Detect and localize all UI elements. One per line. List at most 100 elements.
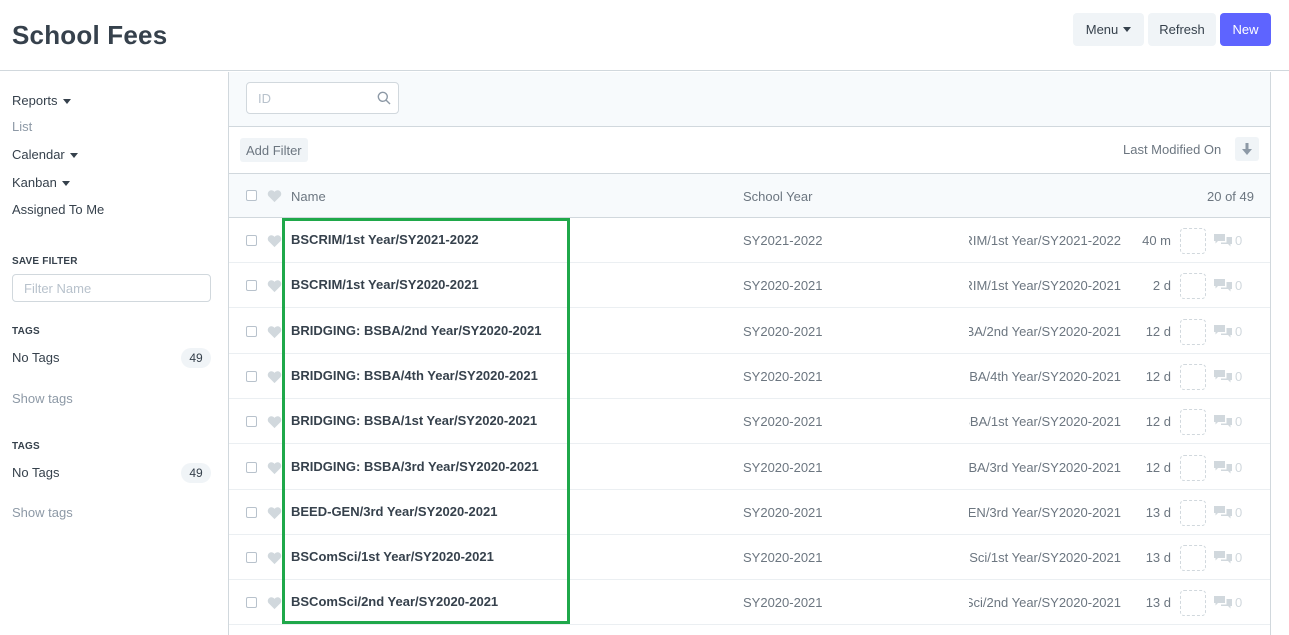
tag-count-badge: 49 — [181, 463, 211, 483]
heart-icon[interactable] — [267, 596, 282, 610]
list-header: Name School Year 20 of 49 — [229, 174, 1270, 218]
heart-icon[interactable] — [267, 234, 282, 248]
table-row[interactable]: BRIDGING: BSBA/1st Year/SY2020-2021 SY202… — [229, 399, 1270, 445]
row-name-link[interactable]: BRIDGING: BSBA/1st Year/SY2020-2021 — [291, 413, 537, 428]
table-row[interactable]: BRIDGING: BSBA/4th Year/SY2020-2021 SY202… — [229, 353, 1270, 399]
row-school-year: SY2020-2021 — [743, 368, 823, 384]
row-checkbox[interactable] — [246, 597, 257, 609]
select-all-checkbox[interactable] — [246, 190, 257, 201]
menu-button-label: Menu — [1085, 22, 1119, 37]
row-checkbox[interactable] — [246, 461, 257, 473]
comment-icon — [1214, 596, 1232, 609]
comment-icon — [1214, 279, 1232, 292]
sort-by-selector[interactable]: Last Modified On — [1123, 142, 1221, 157]
table-row[interactable]: BSCRIM/1st Year/SY2020-2021 SY2020-2021 BS… — [229, 263, 1270, 309]
row-title-text: BRIDGING: BSBA/4th Year/SY2020-2021 — [969, 368, 1121, 384]
sidebar-item-list[interactable]: List — [12, 119, 32, 134]
row-title-text: BEED-GEN/3rd Year/SY2020-2021 — [969, 504, 1121, 520]
heart-icon[interactable] — [267, 551, 282, 565]
row-name-link[interactable]: BRIDGING: BSBA/2nd Year/SY2020-2021 — [291, 323, 541, 338]
row-title-text: BRIDGING: BSBA/3rd Year/SY2020-2021 — [969, 459, 1121, 475]
page-title: School Fees — [12, 20, 168, 50]
show-tags-link[interactable]: Show tags — [12, 391, 73, 406]
row-name-link[interactable]: BSComSci/1st Year/SY2020-2021 — [291, 549, 494, 564]
row-school-year: SY2020-2021 — [743, 459, 823, 475]
row-modified: 12 d — [1145, 414, 1171, 430]
table-row[interactable]: BRIDGING: BSBA/3rd Year/SY2020-2021 SY202… — [229, 444, 1270, 490]
sidebar: Reports List Calendar Kanban Assigned To… — [0, 72, 228, 635]
sidebar-item-reports[interactable]: Reports — [12, 93, 71, 108]
row-school-year: SY2020-2021 — [743, 550, 823, 566]
no-tags-item[interactable]: No Tags — [12, 465, 59, 480]
row-name-link[interactable]: BSComSci/2nd Year/SY2020-2021 — [291, 594, 498, 609]
caret-down-icon — [61, 181, 70, 187]
row-name-link[interactable]: BSCRIM/1st Year/SY2021-2022 — [291, 232, 479, 247]
row-comment-count: 0 — [1235, 368, 1243, 384]
new-button[interactable]: New — [1220, 13, 1271, 46]
heart-icon[interactable] — [267, 506, 282, 520]
tags-label: TAGS — [12, 326, 40, 337]
heart-icon[interactable] — [267, 415, 282, 429]
row-checkbox[interactable] — [246, 235, 257, 246]
avatar — [1180, 318, 1206, 345]
filter-name-input[interactable] — [12, 274, 211, 302]
row-name-link[interactable]: BEED-GEN/3rd Year/SY2020-2021 — [291, 504, 497, 519]
row-title: BRIDGING: BSBA/3rd Year/SY2020-2021 — [969, 460, 1121, 475]
heart-icon[interactable] — [267, 325, 282, 339]
row-modified: 13 d — [1145, 504, 1171, 520]
no-tags-item[interactable]: No Tags — [12, 350, 59, 365]
row-title-text: BRIDGING: BSBA/2nd Year/SY2020-2021 — [969, 323, 1121, 339]
table-row[interactable]: BSComSci/2nd Year/SY2020-2021 SY2020-2021… — [229, 580, 1270, 626]
heart-icon[interactable] — [267, 279, 282, 293]
heart-icon[interactable] — [267, 370, 282, 384]
refresh-button[interactable]: Refresh — [1148, 13, 1216, 46]
row-comment-count: 0 — [1235, 504, 1243, 520]
avatar — [1180, 590, 1206, 617]
table-row[interactable]: BSComSci/1st Year/SY2020-2021 SY2020-2021… — [229, 535, 1270, 581]
row-checkbox[interactable] — [246, 370, 257, 382]
column-header-school-year[interactable]: School Year — [743, 189, 812, 204]
sidebar-item-label: Calendar — [12, 147, 65, 162]
row-title: BSCRIM/1st Year/SY2021-2022 — [969, 233, 1121, 248]
sidebar-item-calendar[interactable]: Calendar — [12, 147, 78, 162]
table-row[interactable]: BSCRIM/1st Year/SY2021-2022 SY2021-2022 BS… — [229, 218, 1270, 263]
row-modified: 13 d — [1145, 595, 1171, 611]
record-count: 20 of 49 — [1207, 189, 1254, 204]
row-comment-count: 0 — [1235, 233, 1243, 248]
table-row[interactable]: BRIDGING: BSBA/2nd Year/SY2020-2021 SY202… — [229, 308, 1270, 354]
menu-button[interactable]: Menu — [1073, 13, 1144, 46]
caret-down-icon — [62, 99, 71, 105]
sidebar-item-assigned-to-me[interactable]: Assigned To Me — [12, 202, 104, 217]
row-checkbox[interactable] — [246, 552, 257, 564]
row-name-link[interactable]: BRIDGING: BSBA/3rd Year/SY2020-2021 — [291, 459, 539, 474]
row-title-text: BSCRIM/1st Year/SY2021-2022 — [969, 233, 1121, 248]
row-name-link[interactable]: BSCRIM/1st Year/SY2020-2021 — [291, 277, 479, 292]
heart-icon[interactable] — [267, 461, 282, 475]
table-row[interactable]: BEED-GEN/3rd Year/SY2020-2021 SY2020-2021… — [229, 489, 1270, 535]
row-comment-count: 0 — [1235, 550, 1243, 566]
avatar — [1180, 545, 1206, 572]
heart-icon[interactable] — [267, 189, 282, 203]
show-tags-link[interactable]: Show tags — [12, 505, 73, 520]
sidebar-item-kanban[interactable]: Kanban — [12, 175, 70, 190]
row-name-link[interactable]: BRIDGING: BSBA/4th Year/SY2020-2021 — [291, 368, 538, 383]
row-modified: 13 d — [1145, 550, 1171, 566]
avatar — [1180, 273, 1206, 300]
column-header-name[interactable]: Name — [291, 189, 326, 204]
avatar — [1180, 454, 1206, 481]
row-title: BEED-GEN/3rd Year/SY2020-2021 — [969, 505, 1121, 520]
row-school-year: SY2020-2021 — [743, 595, 823, 611]
row-checkbox[interactable] — [246, 416, 257, 428]
row-modified: 12 d — [1145, 323, 1171, 339]
add-filter-button[interactable]: Add Filter — [240, 138, 308, 162]
row-modified: 12 d — [1145, 459, 1171, 475]
search-bar — [229, 72, 1270, 127]
row-title: BRIDGING: BSBA/4th Year/SY2020-2021 — [969, 369, 1121, 384]
row-checkbox[interactable] — [246, 506, 257, 518]
caret-down-icon — [69, 153, 78, 159]
sort-order-button[interactable] — [1235, 137, 1259, 161]
row-checkbox[interactable] — [246, 325, 257, 337]
row-comment-count: 0 — [1235, 323, 1243, 339]
row-checkbox[interactable] — [246, 280, 257, 292]
row-school-year: SY2020-2021 — [743, 414, 823, 430]
